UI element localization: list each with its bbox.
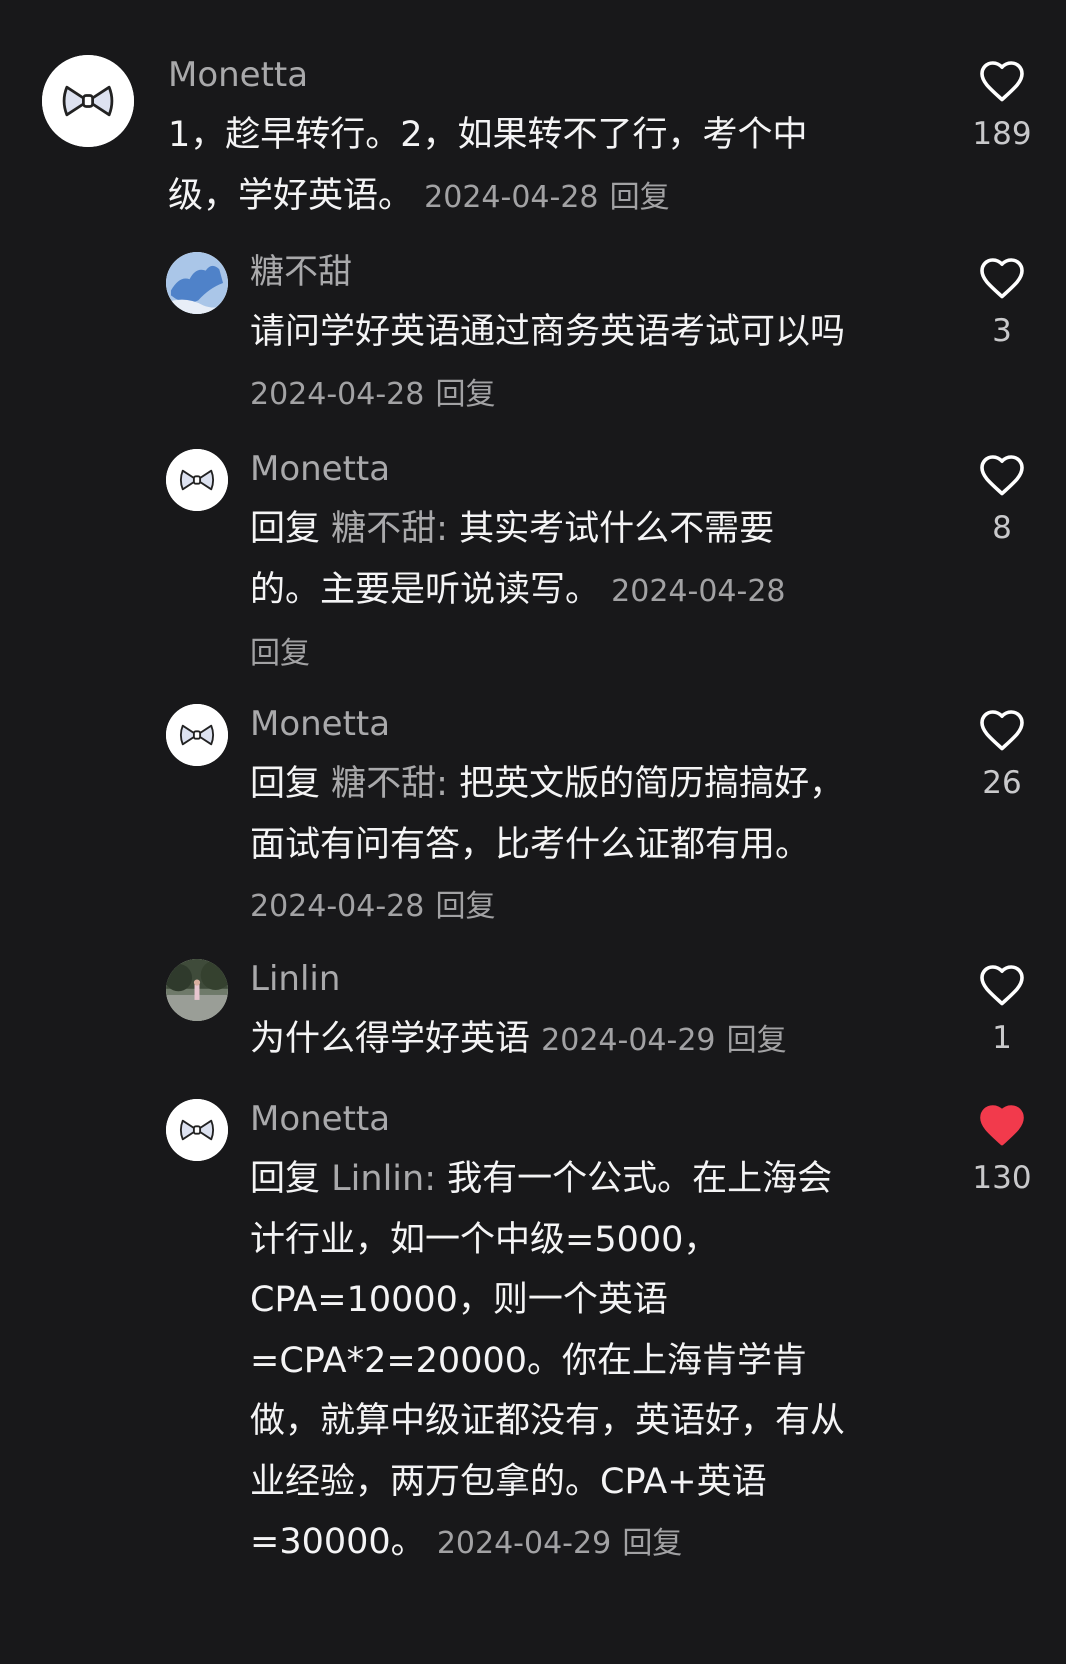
comment-list: Monetta 1，趁早转行。2，如果转不了行，考个中级，学好英语。 2024-… <box>0 0 1066 1664</box>
user-avatar[interactable] <box>166 252 228 314</box>
comment-body: 糖不甜 请问学好英语通过商务英语考试可以吗 2024-04-28 回复 <box>250 252 850 425</box>
comment-date: 2024-04-28 <box>611 573 786 609</box>
like-count: 130 <box>972 1160 1032 1196</box>
comment-body: Linlin 为什么得学好英语 2024-04-29 回复 <box>250 959 870 1072</box>
comment-body: Monetta 回复 Linlin: 我有一个公式。在上海会计行业，如一个中级=… <box>250 1099 850 1575</box>
user-avatar[interactable] <box>42 55 134 147</box>
landscape-photo-icon <box>166 959 228 1021</box>
reply-button[interactable]: 回复 <box>622 1526 682 1561</box>
like-button[interactable]: 26 <box>960 708 1044 802</box>
like-count: 8 <box>992 510 1012 546</box>
bow-icon <box>166 704 228 766</box>
mention-link[interactable]: Linlin: <box>331 1159 436 1199</box>
comment-date: 2024-04-28 <box>250 376 425 412</box>
like-count: 3 <box>992 313 1012 349</box>
user-avatar[interactable] <box>166 704 228 766</box>
reply-prefix: 回复 <box>250 509 321 549</box>
comment-date: 2024-04-29 <box>541 1023 716 1058</box>
comment-text: 回复 糖不甜: 其实考试什么不需要的。主要是听说读写。 2024-04-28 回… <box>250 499 810 685</box>
comment-text: 回复 糖不甜: 把英文版的简历搞搞好，面试有问有答，比考什么证都有用。 2024… <box>250 754 850 938</box>
reply-button[interactable]: 回复 <box>250 636 310 671</box>
comment-text: 1，趁早转行。2，如果转不了行，考个中级，学好英语。 2024-04-28 回复 <box>168 105 848 228</box>
comment-body: Monetta 1，趁早转行。2，如果转不了行，考个中级，学好英语。 2024-… <box>168 55 848 228</box>
reply-prefix: 回复 <box>250 1159 321 1199</box>
reply-button[interactable]: 回复 <box>727 1023 787 1058</box>
comment-content: 我有一个公式。在上海会计行业，如一个中级=5000，CPA=10000，则一个英… <box>250 1159 846 1562</box>
heart-outline-icon <box>980 965 1024 1006</box>
like-button[interactable]: 189 <box>960 59 1044 153</box>
bow-icon <box>166 449 228 511</box>
comment-content: 请问学好英语通过商务英语考试可以吗 <box>250 312 846 352</box>
mention-link[interactable]: 糖不甜: <box>331 509 448 549</box>
reply-button[interactable]: 回复 <box>436 377 496 412</box>
user-avatar[interactable] <box>166 1099 228 1161</box>
comment-date: 2024-04-28 <box>424 179 599 215</box>
like-button[interactable]: 1 <box>960 963 1044 1057</box>
like-count: 26 <box>982 765 1022 801</box>
bow-icon <box>42 55 134 147</box>
heart-outline-icon <box>980 258 1024 299</box>
like-count: 189 <box>972 116 1032 152</box>
username[interactable]: Monetta <box>250 1099 850 1139</box>
username[interactable]: Monetta <box>250 449 810 489</box>
heart-outline-icon <box>980 61 1024 102</box>
username[interactable]: Monetta <box>168 55 848 95</box>
heart-outline-icon <box>980 455 1024 496</box>
comment-date: 2024-04-29 <box>436 1526 612 1561</box>
bow-icon <box>166 1099 228 1161</box>
comment-date: 2024-04-28 <box>250 889 425 924</box>
comment-text: 为什么得学好英语 2024-04-29 回复 <box>250 1009 870 1072</box>
reply-button[interactable]: 回复 <box>610 180 670 215</box>
heart-outline-icon <box>980 710 1024 751</box>
heart-filled-icon <box>980 1105 1024 1146</box>
like-button[interactable]: 3 <box>960 256 1044 350</box>
like-count: 1 <box>992 1020 1012 1056</box>
username[interactable]: Monetta <box>250 704 850 744</box>
reply-button[interactable]: 回复 <box>436 889 496 924</box>
reply-prefix: 回复 <box>250 764 321 804</box>
username[interactable]: Linlin <box>250 959 870 999</box>
mention-link[interactable]: 糖不甜: <box>331 764 448 804</box>
like-button[interactable]: 8 <box>960 453 1044 547</box>
comment-text: 回复 Linlin: 我有一个公式。在上海会计行业，如一个中级=5000，CPA… <box>250 1149 850 1575</box>
comment-content: 为什么得学好英语 <box>250 1019 531 1059</box>
user-avatar[interactable] <box>166 449 228 511</box>
sky-photo-icon <box>166 252 228 314</box>
like-button[interactable]: 130 <box>960 1103 1044 1197</box>
username[interactable]: 糖不甜 <box>250 252 850 292</box>
comment-body: Monetta 回复 糖不甜: 把英文版的简历搞搞好，面试有问有答，比考什么证都… <box>250 704 850 938</box>
comment-body: Monetta 回复 糖不甜: 其实考试什么不需要的。主要是听说读写。 2024… <box>250 449 810 685</box>
comment-text: 请问学好英语通过商务英语考试可以吗 2024-04-28 回复 <box>250 302 850 425</box>
user-avatar[interactable] <box>166 959 228 1021</box>
